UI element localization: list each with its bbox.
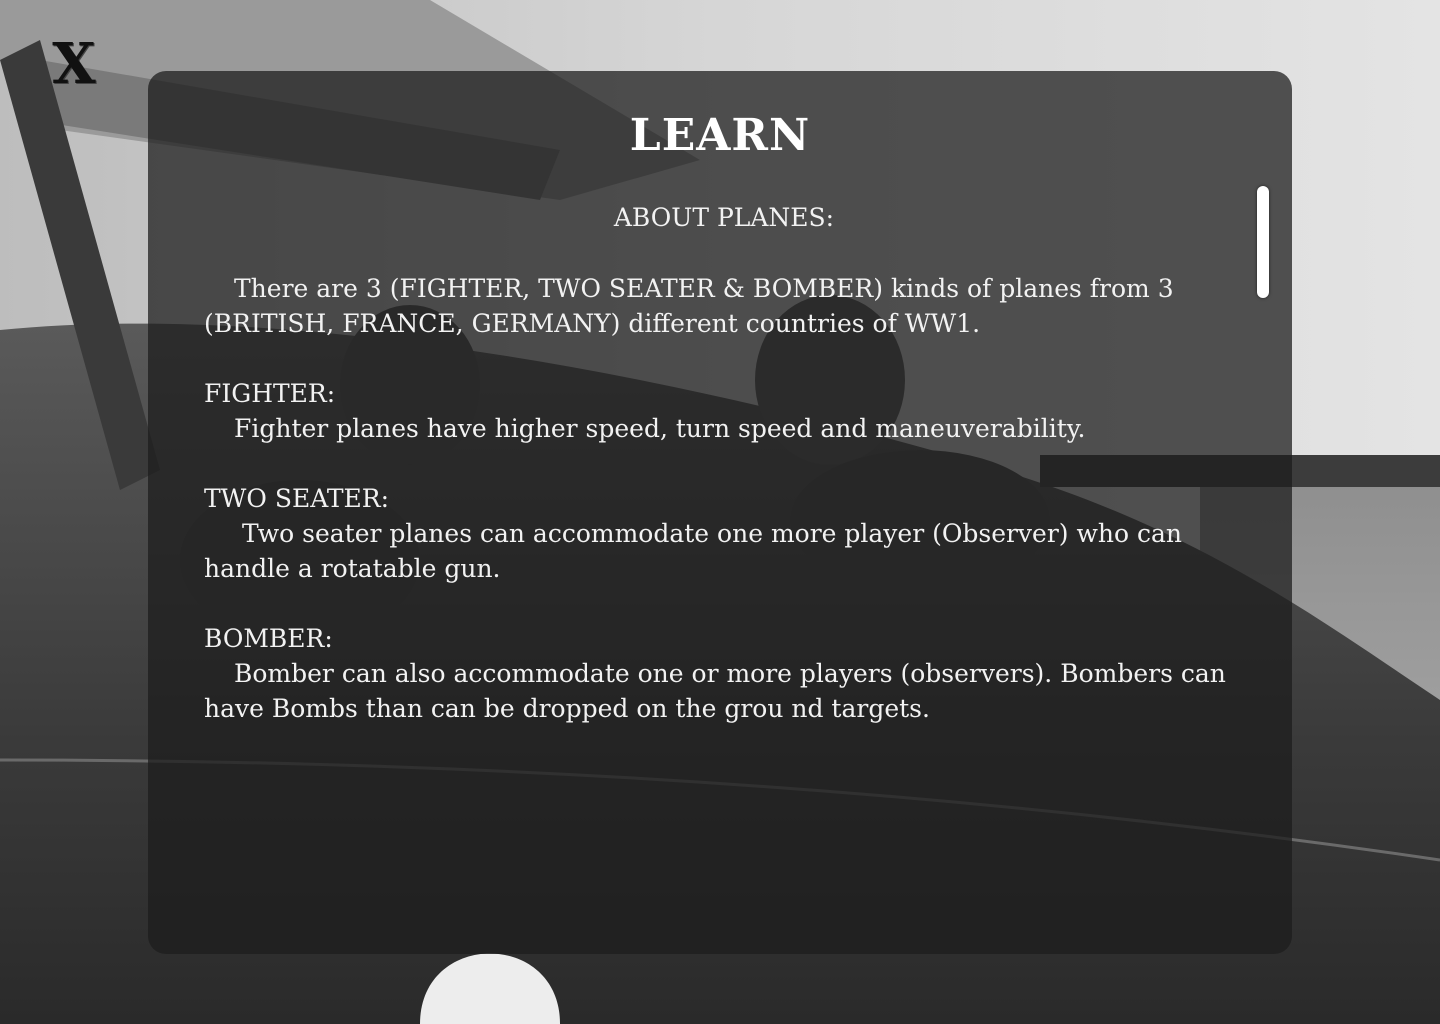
fighter-text: Fighter planes have higher speed, turn s… xyxy=(234,414,1086,443)
close-button[interactable]: X xyxy=(46,34,102,94)
intro-text: There are 3 (FIGHTER, TWO SEATER & BOMBE… xyxy=(204,274,1174,338)
bomber-text: Bomber can also accommodate one or more … xyxy=(204,659,1226,723)
about-planes-heading: ABOUT PLANES: xyxy=(613,203,835,232)
intro-paragraph: There are 3 (FIGHTER, TWO SEATER & BOMBE… xyxy=(204,271,1244,341)
fighter-label: FIGHTER: xyxy=(204,379,336,408)
fighter-section: FIGHTER: Fighter planes have higher spee… xyxy=(204,376,1244,446)
two-seater-text: Two seater planes can accommodate one mo… xyxy=(204,519,1183,583)
page-title: LEARN xyxy=(629,110,811,161)
two-seater-label: TWO SEATER: xyxy=(204,484,390,513)
scrollbar-thumb[interactable] xyxy=(1257,186,1269,298)
bomber-label: BOMBER: xyxy=(204,624,333,653)
close-icon: X xyxy=(52,31,96,97)
learn-screen: X LEARN ABOUT PLANES: There are 3 (FIGHT… xyxy=(0,0,1440,1024)
bomber-section: BOMBER: Bomber can also accommodate one … xyxy=(204,621,1244,726)
two-seater-section: TWO SEATER: Two seater planes can accomm… xyxy=(204,481,1244,586)
learn-content: ABOUT PLANES: There are 3 (FIGHTER, TWO … xyxy=(204,200,1244,761)
